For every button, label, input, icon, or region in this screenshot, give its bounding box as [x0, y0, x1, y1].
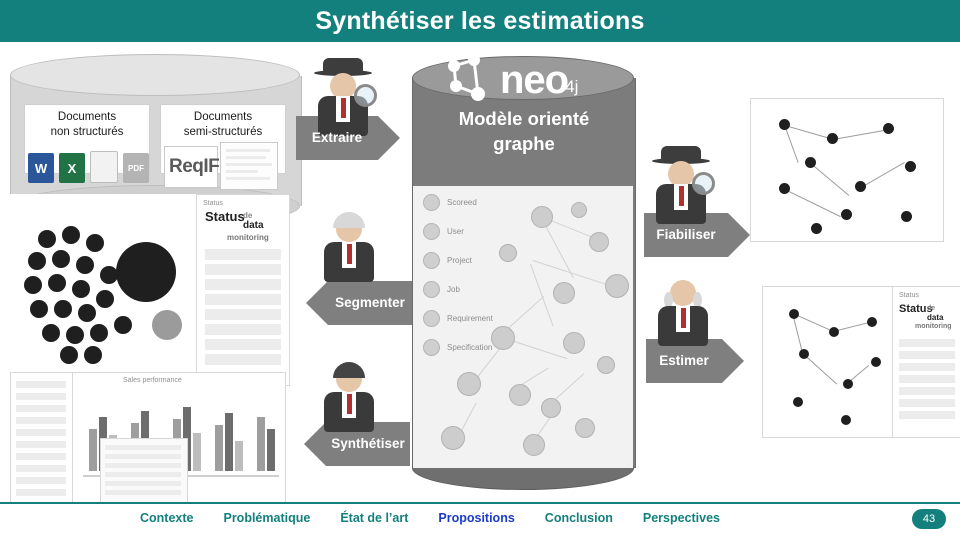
legend-dot-icon — [423, 194, 440, 211]
graph-node — [571, 202, 587, 218]
spreadsheet-icon — [90, 151, 118, 183]
avatar-figure-synthetiser — [318, 362, 380, 440]
legend-dot-icon — [423, 223, 440, 240]
graph-node — [491, 326, 515, 350]
footer-nav: Contexte Problématique État de l’art Pro… — [140, 511, 750, 525]
magnifier-icon — [354, 84, 377, 107]
legend-dot-icon — [423, 281, 440, 298]
legend-item: Job — [423, 281, 515, 298]
graph-node — [441, 426, 465, 450]
graph-node — [499, 244, 517, 262]
legend-dot-icon — [423, 252, 440, 269]
unstructured-documents-label-line2: non structurés — [50, 126, 124, 138]
nav-item-propositions[interactable]: Propositions — [438, 511, 514, 525]
nav-item-problematique[interactable]: Problématique — [223, 511, 310, 525]
excel-icon: X — [59, 153, 85, 183]
detective-figure-extraire — [312, 58, 377, 136]
nav-item-etat-de-lart[interactable]: État de l’art — [340, 511, 408, 525]
footer-divider — [0, 502, 960, 504]
graph-node — [541, 398, 561, 418]
page-title: Synthétiser les estimations — [315, 6, 645, 35]
avatar-figure-segmenter — [318, 212, 380, 290]
slide-footer: Contexte Problématique État de l’art Pro… — [0, 502, 960, 540]
reqif-logo: ReqIF — [164, 146, 220, 188]
neo4j-wordmark: neo — [500, 57, 569, 102]
graph-image-right-bottom — [762, 286, 894, 438]
nav-item-conclusion[interactable]: Conclusion — [545, 511, 613, 525]
word-icon: W — [28, 153, 54, 183]
semistructured-documents-label-line1: Documents — [193, 111, 253, 123]
graph-node — [509, 384, 531, 406]
pdf-icon: PDF — [123, 153, 149, 183]
nav-item-perspectives[interactable]: Perspectives — [643, 511, 720, 525]
dashboard-thumbnail-right: Status Status de data monitoring — [892, 286, 960, 438]
bi-panel-left — [10, 372, 74, 504]
graph-node — [523, 434, 545, 456]
neo4j-mark-icon — [448, 54, 485, 101]
graph-node — [597, 356, 615, 374]
graph-model-caption: Modèle orienté graphe — [458, 108, 590, 154]
graph-node — [575, 418, 595, 438]
graph-node — [589, 232, 609, 252]
graph-node — [457, 372, 481, 396]
avatar-figure-estimer — [652, 274, 714, 352]
legend-dot-icon — [423, 310, 440, 327]
detective-figure-fiabiliser — [650, 146, 715, 224]
dashboard-thumbnail-left: Status Status de data monitoring — [196, 194, 290, 386]
document-thumbnail — [220, 142, 278, 190]
graph-node — [553, 282, 575, 304]
unstructured-documents-label-line1: Documents — [57, 111, 117, 123]
neo4j-browser-screenshot: Scoreed User Project Job Requirement Spe… — [413, 186, 633, 468]
neo4j-logo: neo 4j — [440, 50, 640, 110]
legend-item: Requirement — [423, 310, 515, 327]
nav-item-contexte[interactable]: Contexte — [140, 511, 193, 525]
graph-node — [531, 206, 553, 228]
legend-item: User — [423, 223, 515, 240]
graph-node — [563, 332, 585, 354]
bi-table-thumbnail — [100, 438, 188, 504]
documents-cylinder-top — [10, 54, 300, 96]
slide-number-badge: 43 — [912, 509, 946, 529]
legend-dot-icon — [423, 339, 440, 356]
unstructured-file-icons: W X PDF — [28, 151, 149, 183]
graph-image-right-top — [750, 98, 944, 242]
magnifier-icon — [692, 172, 715, 195]
graph-node — [605, 274, 629, 298]
slide-title-bar: Synthétiser les estimations — [0, 0, 960, 42]
slide-canvas: Documents non structurés W X PDF Documen… — [0, 42, 960, 504]
neo4j-wordmark-suffix: 4j — [565, 77, 579, 96]
semistructured-documents-label-line2: semi-structurés — [183, 126, 263, 138]
legend-item: Scoreed — [423, 194, 515, 211]
